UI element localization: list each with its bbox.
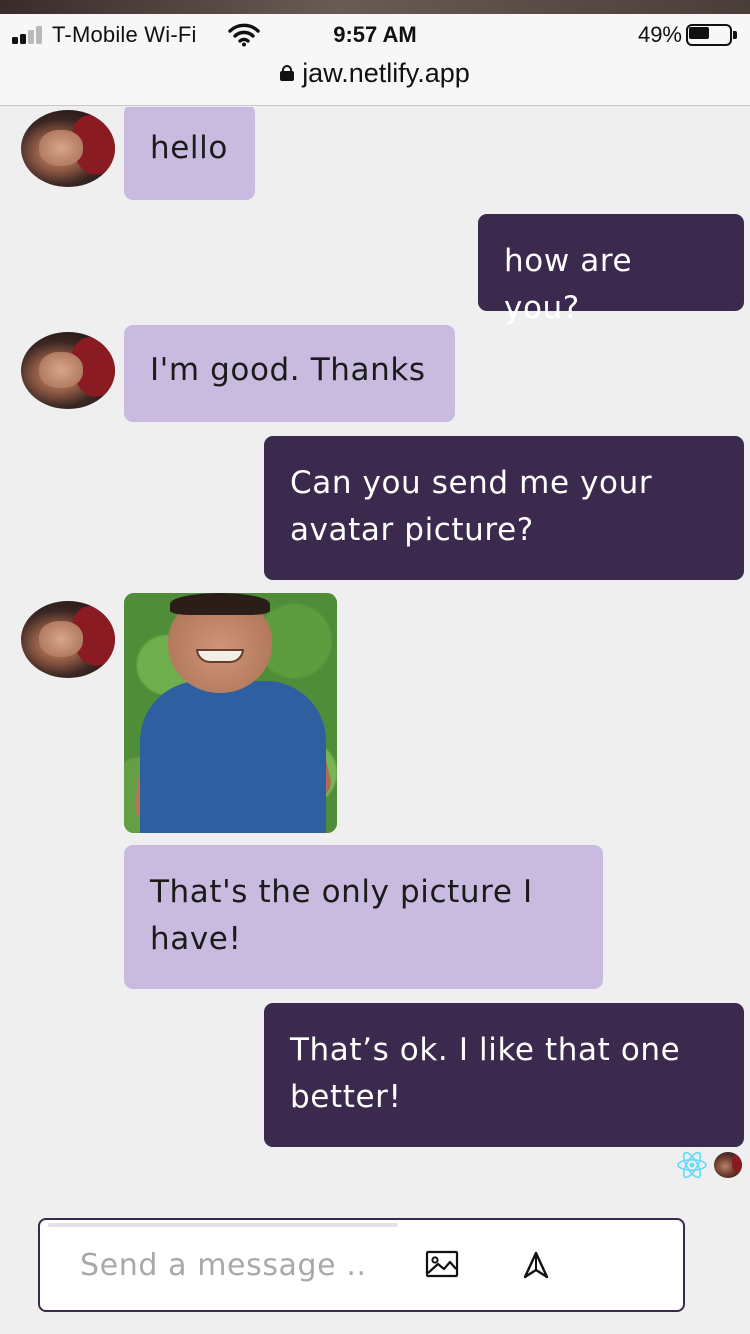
read-receipt [676,1151,746,1179]
upload-progress-track [48,1223,398,1227]
message-text-line: have! [150,921,242,957]
message-text-line: Can you send me your [290,465,653,501]
message-text-line: That’s ok. I like that one [290,1032,681,1068]
message-bubble-outgoing: how are you? [478,214,744,326]
url-text: jaw.netlify.app [302,58,470,88]
react-logo-icon [677,1151,707,1179]
message-bubble-incoming: I'm good. Thanks [124,325,455,422]
send-arrow-icon[interactable] [522,1250,550,1280]
message-composer [38,1218,685,1312]
message-bubble-incoming: hello [124,107,255,200]
message-bubble-outgoing: That’s ok. I like that one better! [264,1003,744,1147]
message-text-line: That's the only picture I [150,874,533,910]
status-bar: T-Mobile Wi-Fi 9:57 AM 49% [0,14,750,58]
lock-icon [280,65,295,81]
message-text: how are you? [504,243,633,326]
address-bar[interactable]: jaw.netlify.app [0,58,750,98]
top-edge-strip [0,0,750,14]
browser-chrome: T-Mobile Wi-Fi 9:57 AM 49% jaw.netlify.a… [0,14,750,106]
message-input[interactable] [80,1240,420,1290]
chat-messages[interactable]: hello how are you? I'm good. Thanks Can … [0,107,750,1207]
reader-avatar [714,1152,742,1178]
battery-icon [686,24,738,48]
message-text: hello [150,130,228,166]
sender-avatar [21,601,115,678]
shared-photo[interactable] [124,593,337,833]
sender-avatar [21,110,115,187]
message-text-line: avatar picture? [290,512,534,548]
battery-percentage: 49% [637,22,682,47]
message-bubble-incoming: That's the only picture I have! [124,845,603,989]
message-text: I'm good. Thanks [150,352,426,388]
sender-avatar [21,332,115,409]
message-text-line: better! [290,1079,402,1115]
message-bubble-outgoing: Can you send me your avatar picture? [264,436,744,580]
image-icon[interactable] [425,1249,459,1279]
